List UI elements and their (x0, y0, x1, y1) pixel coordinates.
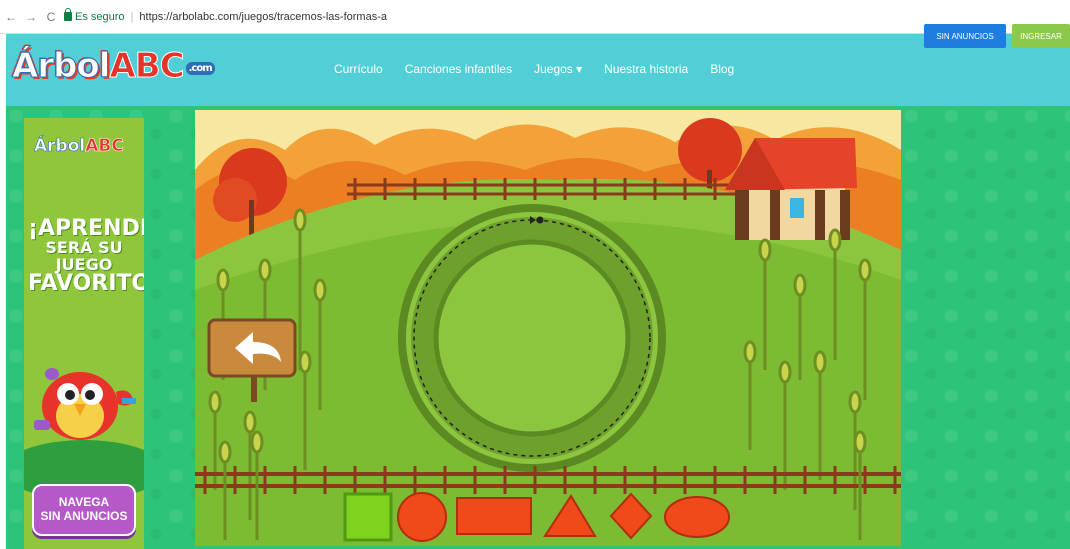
oval-shape-button[interactable] (664, 496, 730, 538)
square-shape-button[interactable] (343, 492, 393, 542)
nav-item-canciones[interactable]: Canciones infantiles (405, 62, 512, 76)
ingresar-button[interactable]: INGRESAR (1012, 24, 1070, 48)
navega-sin-anuncios-button[interactable]: NAVEGA SIN ANUNCIOS (32, 484, 136, 536)
nav-item-historia[interactable]: Nuestra historia (604, 62, 688, 76)
nav-item-curriculo[interactable]: Currículo (334, 62, 383, 76)
logo-arbol: Árbol (11, 46, 110, 87)
secure-label: Es seguro (75, 10, 125, 23)
site-logo[interactable]: Árbol ABC .com (11, 46, 215, 87)
url-separator: | (130, 10, 134, 23)
sin-anuncios-button[interactable]: SIN ANUNCIOS (924, 24, 1006, 48)
circle-shape-button[interactable] (397, 492, 447, 542)
logo-abc: ABC (109, 46, 185, 87)
right-pattern (901, 106, 1070, 549)
secure-indicator[interactable]: Es seguro (64, 8, 125, 23)
side-advertisement[interactable]: ÁrbolABC ¡APRENDER SERÁ SU JUEGO FAVORIT… (24, 118, 144, 549)
rectangle-shape-button[interactable] (456, 497, 532, 535)
ad-button-line1: NAVEGA (58, 495, 110, 510)
ad-line1: ¡APRENDER (28, 216, 144, 241)
logo-com: .com (185, 62, 215, 75)
browser-bar: ← → C Es seguro | https://arbolabc.com/j… (0, 0, 1070, 34)
game-scene (195, 110, 901, 546)
ad-logo: ÁrbolABC (34, 136, 124, 157)
ad-line3: FAVORITO! (28, 271, 144, 297)
nav-item-juegos[interactable]: Juegos ▾ (534, 62, 582, 76)
site-header: Árbol ABC .com Currículo Canciones infanti… (6, 34, 1070, 106)
ad-button-line2: SIN ANUNCIOS (40, 509, 128, 523)
nav-item-blog[interactable]: Blog (710, 62, 734, 76)
ad-line2: SERÁ SU JUEGO (45, 238, 123, 274)
ad-logo-arbol: Árbol (34, 136, 86, 157)
bird-mascot-icon (34, 368, 136, 440)
lock-icon (64, 8, 72, 21)
url-field[interactable]: https://arbolabc.com/juegos/tracemos-las… (139, 11, 387, 23)
main-nav: Currículo Canciones infantiles Juegos ▾ … (334, 62, 734, 76)
ad-logo-abc: ABC (85, 136, 124, 157)
trace-circle-shape (398, 204, 666, 472)
forward-button[interactable]: → (24, 10, 38, 24)
ad-slogan: ¡APRENDER SERÁ SU JUEGO FAVORITO! (28, 216, 144, 297)
reload-button[interactable]: C (44, 10, 58, 24)
game-canvas[interactable] (195, 110, 901, 546)
back-button[interactable]: ← (4, 10, 18, 24)
